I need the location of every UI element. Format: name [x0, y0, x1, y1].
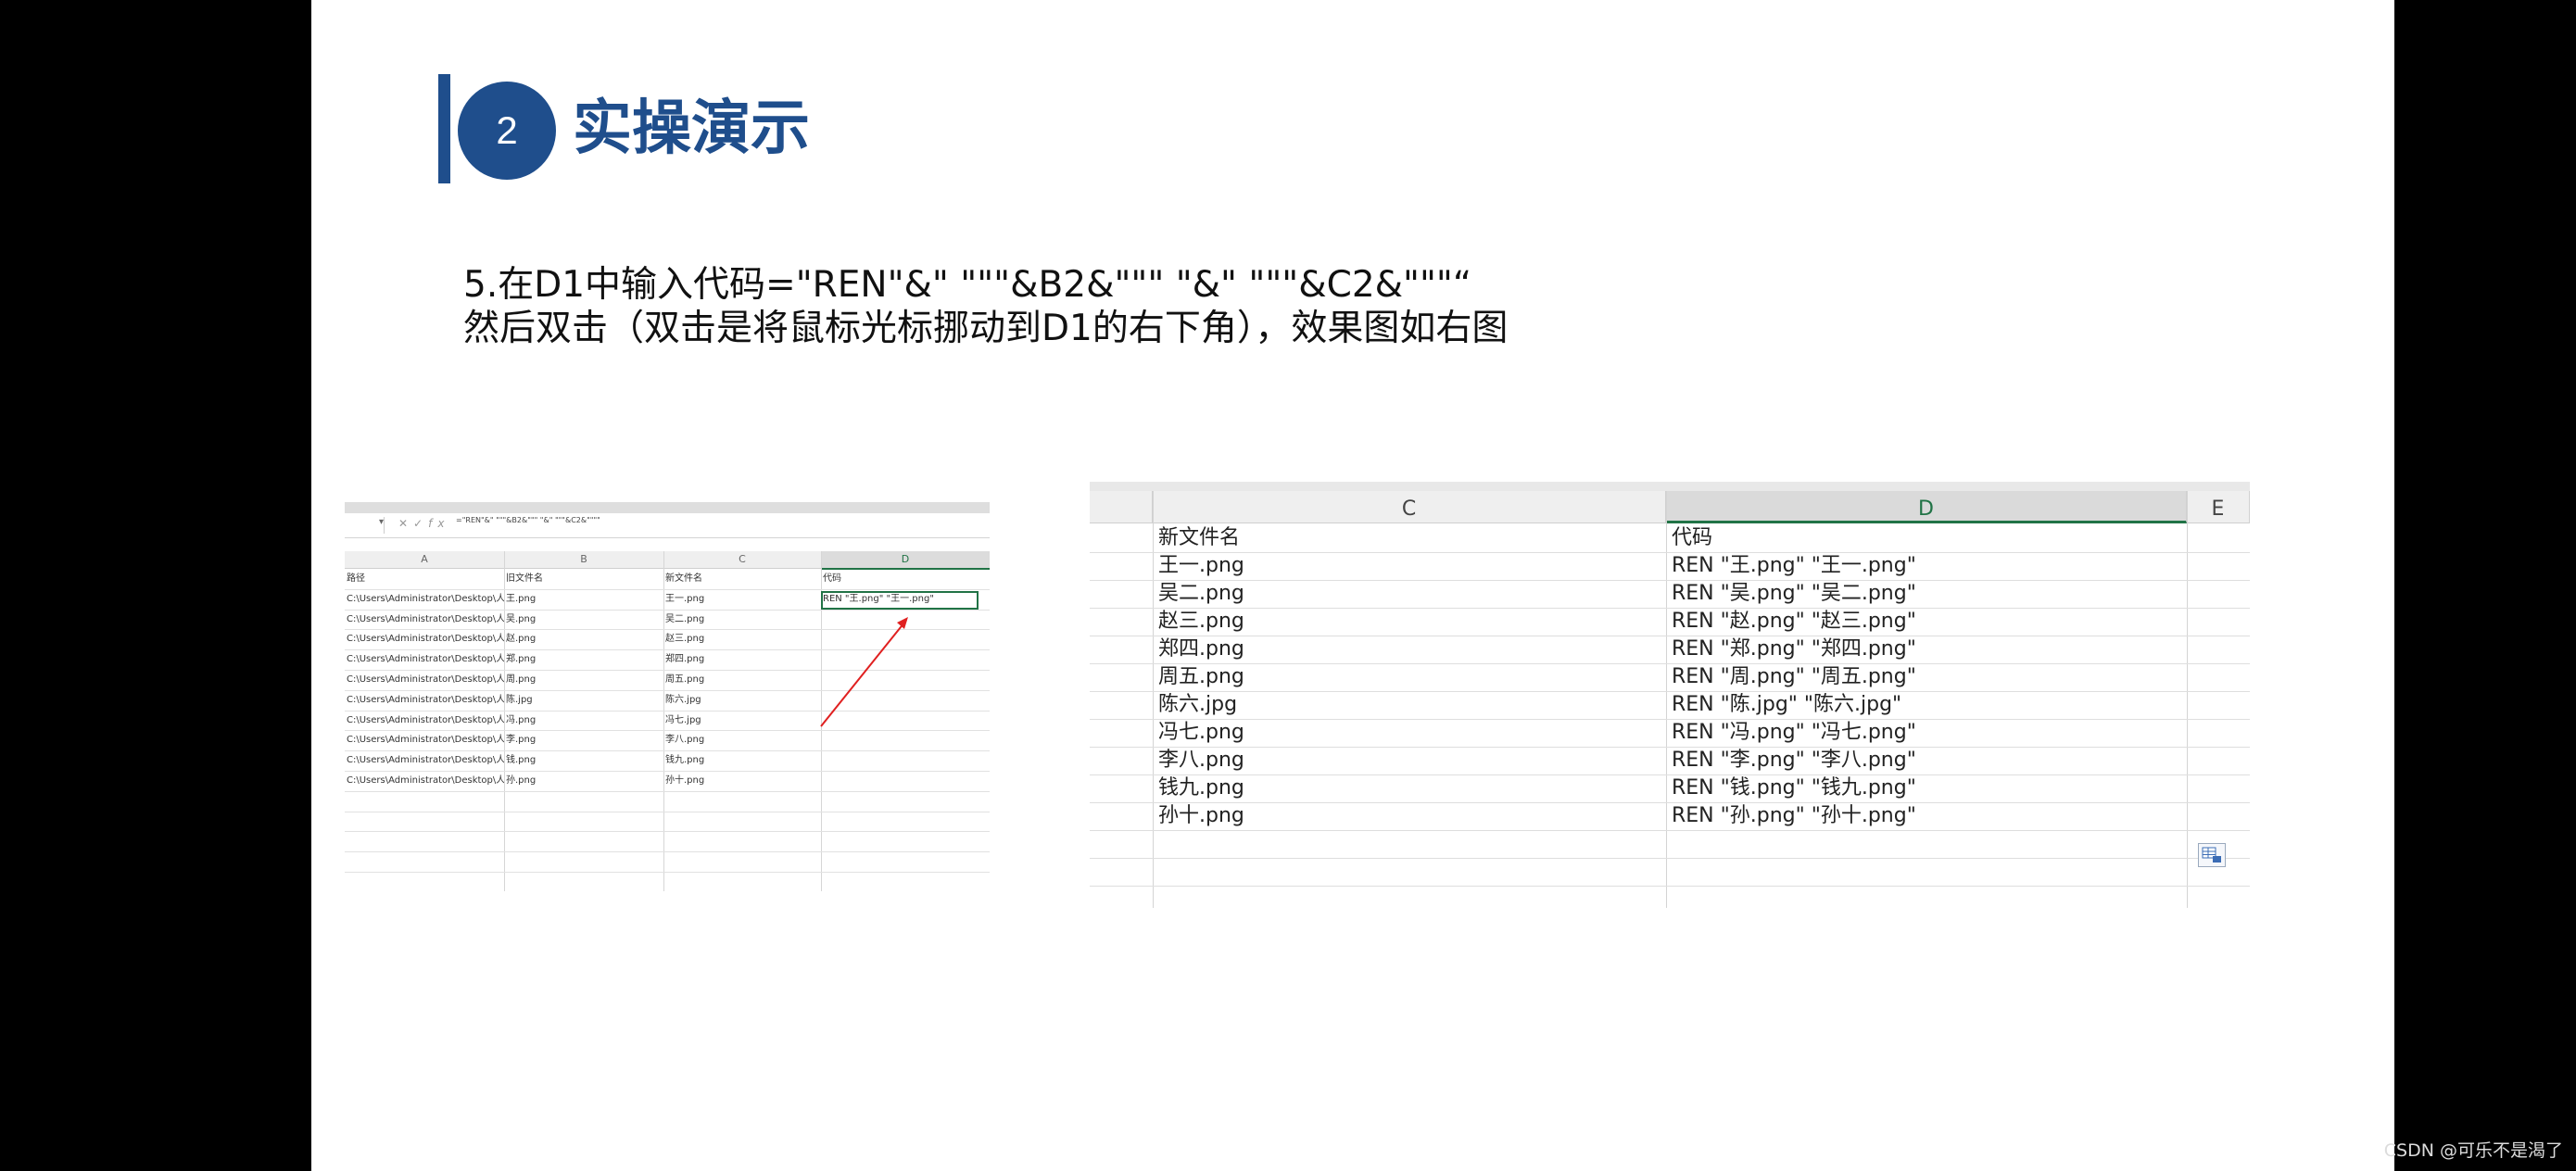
code-cell[interactable]: REN "冯.png" "冯七.png" — [1672, 719, 2185, 747]
code-cell[interactable]: REN "赵.png" "赵三.png" — [1672, 608, 2185, 636]
section-title: 实操演示 — [573, 94, 810, 163]
grid-line — [1090, 886, 2250, 887]
col-header-d[interactable]: D — [1666, 491, 2187, 523]
excel-screenshot-large: C D E 新文件名 代码 王一.png REN "王.png" "王一.png" 吴二.pn… — [1090, 482, 2250, 908]
red-arrow-icon — [820, 617, 908, 727]
instruction-line-1: 5.在D1中输入代码="REN"&" """&B2&""" "&" """&C2… — [463, 264, 1472, 306]
code-cell[interactable]: REN "吴.png" "吴二.png" — [1672, 580, 2185, 608]
grid-line — [2187, 491, 2188, 908]
new-filename-cell[interactable]: 陈六.jpg — [1158, 691, 1664, 719]
grid-line — [1153, 491, 1154, 908]
new-filename-cell[interactable]: 王一.png — [1158, 552, 1664, 580]
new-filename-cell[interactable]: 周五.png — [1158, 663, 1664, 691]
watermark: CSDN @可乐不是渴了 — [2383, 1140, 2563, 1161]
ribbon-strip-large — [1090, 482, 2250, 491]
new-filename-cell[interactable]: 赵三.png — [1158, 608, 1664, 636]
excel-screenshot-small: ▾ ✕✓fx ="REN"&" """&B2&""" "&" """&C2&""… — [345, 502, 990, 891]
code-cell[interactable]: REN "钱.png" "钱九.png" — [1672, 774, 2185, 802]
code-cell[interactable]: REN "李.png" "李八.png" — [1672, 747, 2185, 774]
code-cell[interactable]: REN "郑.png" "郑四.png" — [1672, 636, 2185, 663]
new-filename-cell[interactable]: 孙十.png — [1158, 802, 1664, 830]
new-filename-cell[interactable]: 郑四.png — [1158, 636, 1664, 663]
grid-line — [1090, 830, 2250, 831]
new-filename-cell[interactable]: 吴二.png — [1158, 580, 1664, 608]
col-header-c[interactable]: C — [1153, 491, 1666, 523]
section-number-badge: 2 — [458, 82, 556, 180]
col-header-e[interactable]: E — [2187, 491, 2250, 523]
new-filename-cell[interactable]: 钱九.png — [1158, 774, 1664, 802]
title-accent-bar — [438, 74, 450, 183]
code-cell[interactable]: REN "孙.png" "孙十.png" — [1672, 802, 2185, 830]
code-cell[interactable]: 代码 — [1672, 524, 2185, 552]
grid-line — [1090, 858, 2250, 859]
new-filename-cell[interactable]: 李八.png — [1158, 747, 1664, 774]
code-cell[interactable]: REN "王.png" "王一.png" — [1672, 552, 2185, 580]
code-cell[interactable]: REN "周.png" "周五.png" — [1672, 663, 2185, 691]
new-filename-cell[interactable]: 新文件名 — [1158, 524, 1664, 552]
new-filename-cell[interactable]: 冯七.png — [1158, 719, 1664, 747]
code-cell[interactable]: REN "陈.jpg" "陈六.jpg" — [1672, 691, 2185, 719]
presentation-slide: 2 实操演示 5.在D1中输入代码="REN"&" """&B2&""" "&"… — [311, 0, 2394, 1171]
instruction-line-2: 然后双击（双击是将鼠标光标挪动到D1的右下角），效果图如右图 — [463, 308, 1509, 349]
autofill-options-icon[interactable] — [2198, 843, 2226, 867]
row-number-header — [1090, 491, 1153, 523]
grid-line — [1666, 491, 1667, 908]
